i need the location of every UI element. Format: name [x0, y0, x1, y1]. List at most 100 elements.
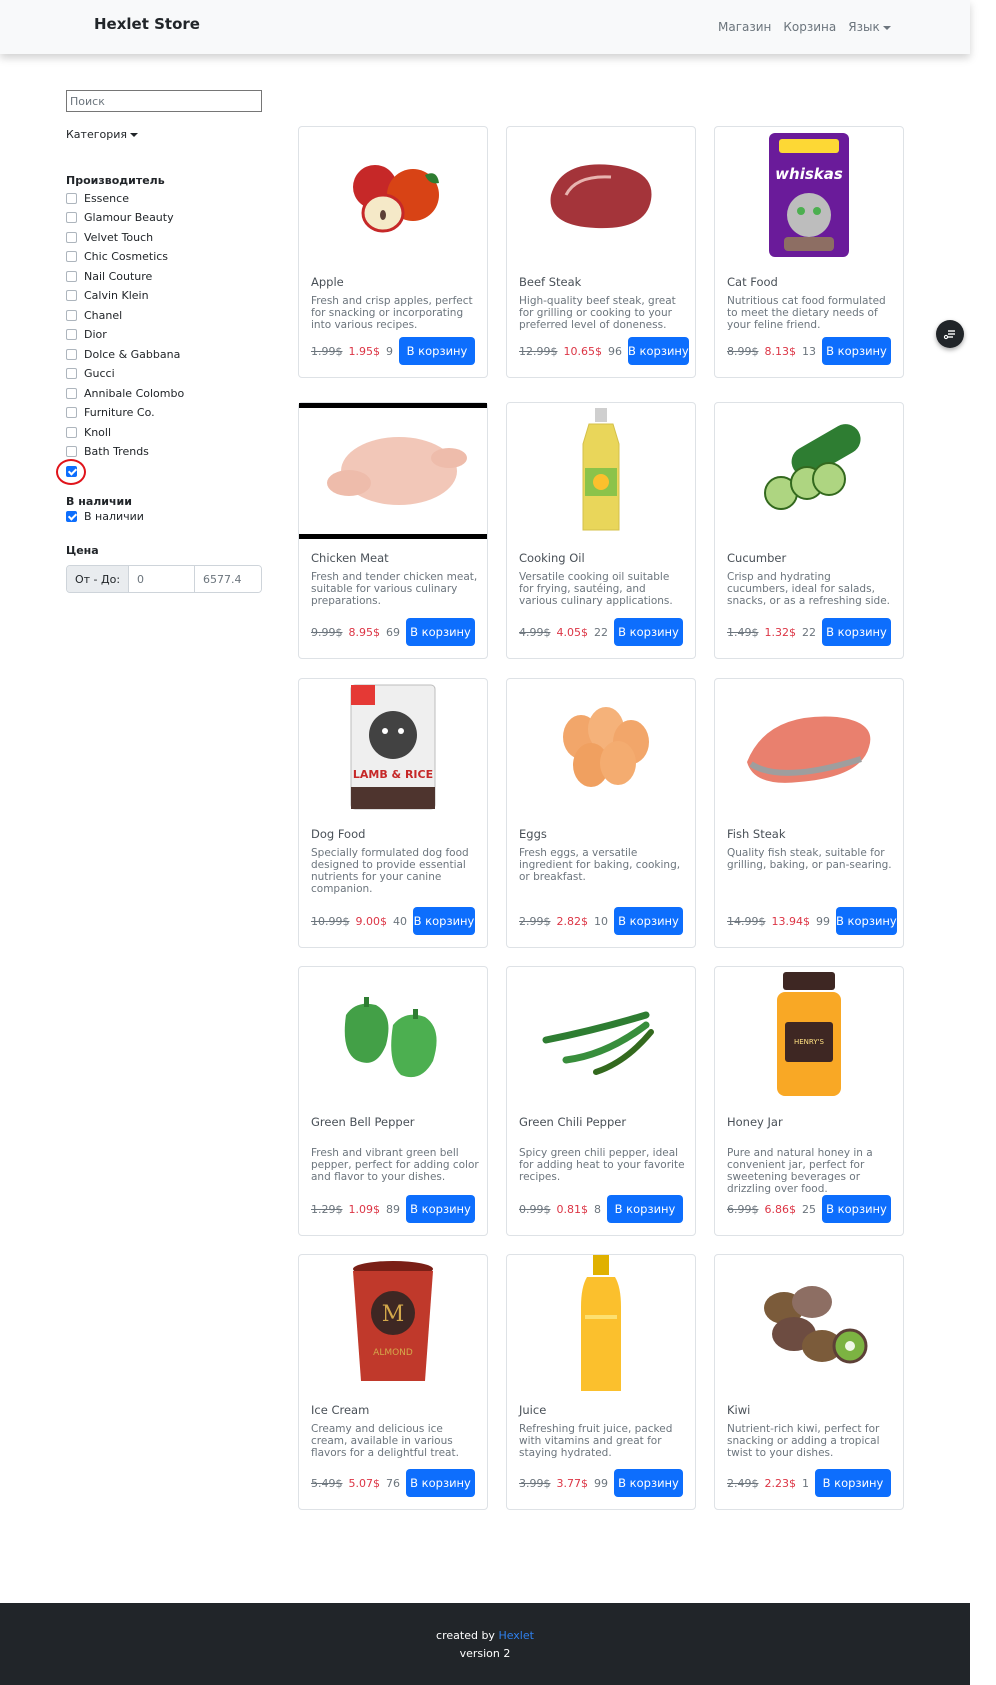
new-price: 9.00$: [355, 914, 388, 928]
new-price: 10.65$: [563, 344, 603, 358]
footer-hexlet-link[interactable]: Hexlet: [498, 1629, 534, 1642]
manufacturer-checkbox[interactable]: Furniture Co.: [66, 405, 155, 421]
add-to-cart-button[interactable]: В корзину: [822, 1195, 891, 1223]
product-card: Juice Refreshing fruit juice, packed with…: [506, 1254, 696, 1510]
product-title[interactable]: Apple: [311, 275, 344, 289]
add-to-cart-button[interactable]: В корзину: [822, 618, 891, 646]
price-to-input[interactable]: [195, 566, 261, 592]
new-price: 2.23$: [764, 1476, 797, 1490]
price-from-input[interactable]: [129, 566, 195, 592]
checkbox[interactable]: [66, 290, 77, 301]
product-title[interactable]: Honey Jar: [727, 1115, 783, 1129]
product-title[interactable]: Cooking Oil: [519, 551, 585, 565]
category-dropdown[interactable]: Категория: [66, 128, 138, 141]
product-title[interactable]: Chicken Meat: [311, 551, 389, 565]
add-to-cart-button[interactable]: В корзину: [628, 337, 689, 365]
ice-cream-image[interactable]: M ALMOND: [299, 1255, 487, 1391]
add-to-cart-button[interactable]: В корзину: [607, 1195, 683, 1223]
manufacturer-checkbox[interactable]: Gucci: [66, 366, 115, 382]
apple-image[interactable]: [299, 127, 487, 263]
stock-quantity: 69: [386, 625, 400, 639]
add-to-cart-button[interactable]: В корзину: [413, 907, 475, 935]
product-description: Crisp and hydrating cucumbers, ideal for…: [727, 571, 890, 607]
add-to-cart-button[interactable]: В корзину: [406, 618, 475, 646]
bell-pepper-image[interactable]: [299, 967, 487, 1103]
stock-quantity: 22: [802, 625, 816, 639]
product-title[interactable]: Cat Food: [727, 275, 778, 289]
product-title[interactable]: Ice Cream: [311, 1403, 369, 1417]
eggs-image[interactable]: [507, 679, 695, 815]
checkbox[interactable]: [66, 231, 77, 243]
manufacturer-checkbox[interactable]: Calvin Klein: [66, 288, 149, 304]
manufacturer-label: Furniture Co.: [84, 406, 155, 419]
product-title[interactable]: Fish Steak: [727, 827, 786, 841]
chicken-image[interactable]: [299, 403, 487, 539]
product-title[interactable]: Green Bell Pepper: [311, 1115, 415, 1129]
product-title[interactable]: Kiwi: [727, 1403, 750, 1417]
kiwi-image[interactable]: [715, 1255, 903, 1391]
manufacturer-checkbox[interactable]: Dolce & Gabbana: [66, 346, 180, 362]
checkbox[interactable]: [66, 309, 77, 321]
steak-image[interactable]: [507, 127, 695, 263]
checkbox[interactable]: [66, 426, 77, 438]
checkbox[interactable]: [66, 407, 77, 418]
dog-food-image[interactable]: LAMB & RICE: [299, 679, 487, 815]
add-to-cart-button[interactable]: В корзину: [815, 1469, 891, 1497]
stock-quantity: 22: [594, 625, 608, 639]
cat-food-image[interactable]: whiskas: [715, 127, 903, 263]
chili-image[interactable]: [507, 967, 695, 1103]
product-card: Apple Fresh and crisp apples, perfect for…: [298, 126, 488, 378]
product-description: Nutritious cat food formulated to meet t…: [727, 295, 886, 331]
manufacturer-checkbox[interactable]: Chanel: [66, 307, 122, 323]
add-to-cart-button[interactable]: В корзину: [614, 1469, 683, 1497]
checkbox[interactable]: [66, 270, 77, 282]
checkbox[interactable]: [66, 368, 77, 379]
manufacturer-checkbox[interactable]: Nail Couture: [66, 268, 152, 284]
add-to-cart-button[interactable]: В корзину: [836, 907, 897, 935]
manufacturer-checkbox[interactable]: Essence: [66, 190, 129, 206]
manufacturer-checkbox[interactable]: Dior: [66, 327, 107, 343]
manufacturer-checkbox[interactable]: Knoll: [66, 424, 111, 440]
product-title[interactable]: Beef Steak: [519, 275, 581, 289]
checkbox[interactable]: [66, 251, 77, 262]
add-to-cart-button[interactable]: В корзину: [614, 618, 683, 646]
checkbox[interactable]: [66, 329, 77, 340]
add-to-cart-button[interactable]: В корзину: [822, 337, 891, 365]
product-title[interactable]: Dog Food: [311, 827, 365, 841]
product-title[interactable]: Green Chili Pepper: [519, 1115, 626, 1129]
manufacturer-checkbox[interactable]: Bath Trends: [66, 444, 149, 460]
manufacturer-checkbox[interactable]: Annibale Colombo: [66, 385, 184, 401]
add-to-cart-button[interactable]: В корзину: [399, 337, 475, 365]
product-title[interactable]: Juice: [519, 1403, 546, 1417]
checkbox[interactable]: [66, 212, 77, 223]
nav-cart[interactable]: Корзина: [783, 20, 836, 34]
manufacturer-checkbox[interactable]: Chic Cosmetics: [66, 249, 168, 265]
fish-image[interactable]: [715, 679, 903, 815]
checkbox[interactable]: [66, 387, 77, 399]
manufacturer-checkbox[interactable]: Velvet Touch: [66, 229, 153, 245]
stock-quantity: 9: [386, 344, 393, 358]
nav-language-dropdown[interactable]: Язык: [848, 20, 891, 34]
add-to-cart-button[interactable]: В корзину: [406, 1469, 475, 1497]
juice-image[interactable]: [507, 1255, 695, 1391]
checkbox[interactable]: [66, 348, 77, 360]
cucumber-image[interactable]: [715, 403, 903, 539]
manufacturer-checkbox[interactable]: Glamour Beauty: [66, 210, 174, 226]
checkbox[interactable]: [66, 510, 77, 522]
product-title[interactable]: Cucumber: [727, 551, 786, 565]
floating-menu-button[interactable]: [936, 320, 964, 348]
oil-image[interactable]: [507, 403, 695, 539]
add-to-cart-button[interactable]: В корзину: [406, 1195, 475, 1223]
honey-image[interactable]: HENRY'S: [715, 967, 903, 1103]
checkbox[interactable]: [66, 446, 77, 457]
checkbox[interactable]: [66, 192, 77, 204]
product-description: Fresh and vibrant green bell pepper, per…: [311, 1147, 479, 1183]
search-input[interactable]: [66, 90, 262, 112]
nav-shop[interactable]: Магазин: [718, 20, 771, 34]
brand[interactable]: Hexlet Store: [94, 15, 200, 33]
add-to-cart-button[interactable]: В корзину: [614, 907, 683, 935]
product-footer: 1.49$ 1.32$ 22 В корзину: [727, 618, 891, 646]
availability-checkbox[interactable]: В наличии: [66, 508, 144, 524]
manufacturer-label: Velvet Touch: [84, 230, 154, 244]
product-title[interactable]: Eggs: [519, 827, 547, 841]
